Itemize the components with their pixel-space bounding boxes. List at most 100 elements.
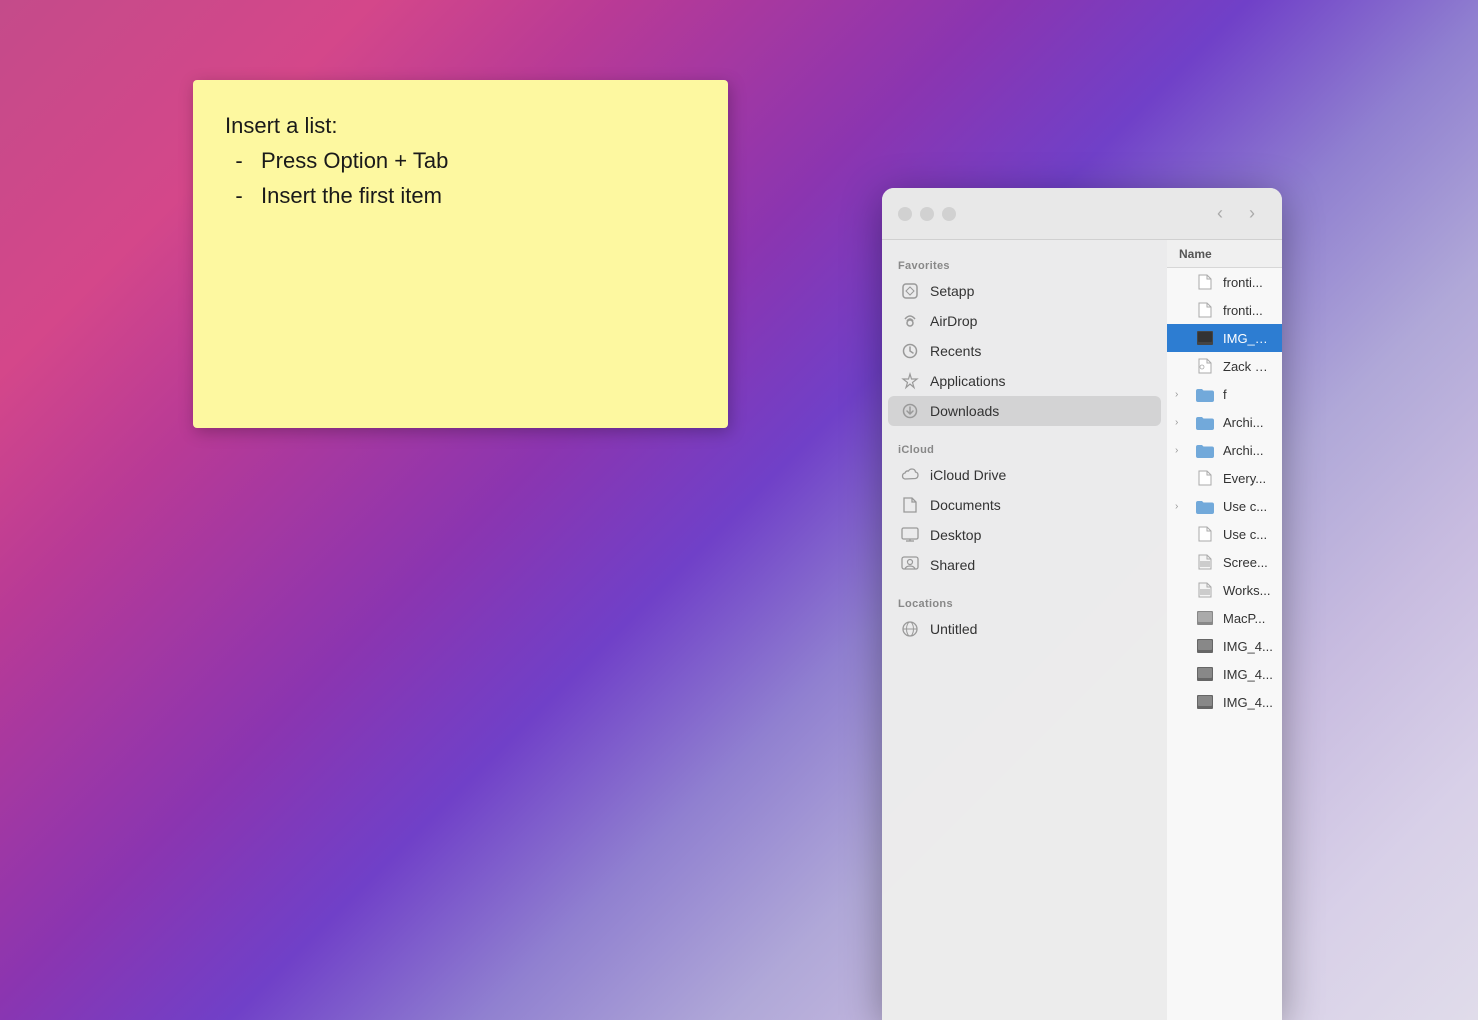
sticky-title: Insert a list: (225, 108, 696, 143)
filename-usec1: Use c... (1223, 499, 1267, 514)
filename-archi1: Archi... (1223, 415, 1263, 430)
folder-icon-archi2 (1195, 440, 1215, 460)
desktop-icon (900, 525, 920, 545)
icloud-label: iCloud (882, 436, 1167, 460)
finder-main: Name fronti... fronti... (1167, 240, 1282, 1020)
filename-img4c: IMG_4... (1223, 695, 1273, 710)
sticky-dash-1: - (225, 143, 253, 178)
untitled-icon (900, 619, 920, 639)
finder-nav: ‹ › (1206, 200, 1266, 228)
filename-zacks: Zack S... (1223, 359, 1274, 374)
recents-icon (900, 341, 920, 361)
file-item-img4c[interactable]: IMG_4... (1167, 688, 1282, 716)
file-item-fronti1[interactable]: fronti... (1167, 268, 1282, 296)
doc-icon-usec2 (1195, 524, 1215, 544)
sticky-note-content: Insert a list: - Press Option + Tab - In… (225, 108, 696, 214)
sticky-text-1: Press Option + Tab (261, 143, 448, 178)
doc-icon-scree (1195, 552, 1215, 572)
file-item-zacks[interactable]: Zack S... (1167, 352, 1282, 380)
setapp-icon (900, 281, 920, 301)
forward-button[interactable]: › (1238, 200, 1266, 228)
column-header: Name (1167, 240, 1282, 268)
chevron-archi2: › (1175, 445, 1187, 456)
chevron-archi1: › (1175, 417, 1187, 428)
file-item-fronti2[interactable]: fronti... (1167, 296, 1282, 324)
name-column-header: Name (1179, 247, 1212, 261)
filename-macp: MacP... (1223, 611, 1265, 626)
folder-icon-f (1195, 384, 1215, 404)
file-item-archi1[interactable]: › Archi... (1167, 408, 1282, 436)
file-item-macp[interactable]: MacP... (1167, 604, 1282, 632)
file-item-img-b[interactable]: IMG_B... (1167, 324, 1282, 352)
maximize-button[interactable] (942, 207, 956, 221)
shared-label: Shared (930, 557, 975, 573)
img-icon-b (1195, 328, 1215, 348)
applications-label: Applications (930, 373, 1006, 389)
file-item-img4a[interactable]: IMG_4... (1167, 632, 1282, 660)
sidebar-item-icloud-drive[interactable]: iCloud Drive (888, 460, 1161, 490)
sticky-item-1: - Press Option + Tab (225, 143, 696, 178)
finder-window: ‹ › Favorites Setapp (882, 188, 1282, 1020)
downloads-label: Downloads (930, 403, 999, 419)
favorites-label: Favorites (882, 252, 1167, 276)
filename-fronti1: fronti... (1223, 275, 1263, 290)
doc-icon-zacks (1195, 356, 1215, 376)
documents-label: Documents (930, 497, 1001, 513)
sidebar-item-applications[interactable]: Applications (888, 366, 1161, 396)
doc-icon-fronti2 (1195, 300, 1215, 320)
finder-body: Favorites Setapp (882, 240, 1282, 1020)
desktop-label: Desktop (930, 527, 981, 543)
filename-scree: Scree... (1223, 555, 1268, 570)
file-item-usec1[interactable]: › Use c... (1167, 492, 1282, 520)
sticky-item-2: - Insert the first item (225, 178, 696, 213)
back-button[interactable]: ‹ (1206, 200, 1234, 228)
file-item-f[interactable]: › f (1167, 380, 1282, 408)
file-list: fronti... fronti... IMG_B... (1167, 268, 1282, 1020)
recents-label: Recents (930, 343, 981, 359)
airdrop-icon (900, 311, 920, 331)
close-button[interactable] (898, 207, 912, 221)
untitled-label: Untitled (930, 621, 977, 637)
sidebar-item-setapp[interactable]: Setapp (888, 276, 1161, 306)
filename-img4a: IMG_4... (1223, 639, 1273, 654)
shared-icon (900, 555, 920, 575)
sidebar-item-desktop[interactable]: Desktop (888, 520, 1161, 550)
file-item-works[interactable]: Works... (1167, 576, 1282, 604)
chevron-usec1: › (1175, 501, 1187, 512)
filename-f: f (1223, 387, 1227, 402)
img-icon-4a (1195, 636, 1215, 656)
filename-works: Works... (1223, 583, 1270, 598)
file-item-every[interactable]: Every... (1167, 464, 1282, 492)
minimize-button[interactable] (920, 207, 934, 221)
finder-titlebar: ‹ › (882, 188, 1282, 240)
finder-sidebar: Favorites Setapp (882, 240, 1167, 1020)
locations-label: Locations (882, 590, 1167, 614)
img-icon-4b (1195, 664, 1215, 684)
sidebar-item-airdrop[interactable]: AirDrop (888, 306, 1161, 336)
file-item-archi2[interactable]: › Archi... (1167, 436, 1282, 464)
documents-icon (900, 495, 920, 515)
icloud-drive-icon (900, 465, 920, 485)
icloud-drive-label: iCloud Drive (930, 467, 1006, 483)
img-icon-4c (1195, 692, 1215, 712)
file-item-img4b[interactable]: IMG_4... (1167, 660, 1282, 688)
sidebar-item-shared[interactable]: Shared (888, 550, 1161, 580)
sidebar-item-documents[interactable]: Documents (888, 490, 1161, 520)
file-item-scree[interactable]: Scree... (1167, 548, 1282, 576)
file-item-usec2[interactable]: Use c... (1167, 520, 1282, 548)
filename-img-b: IMG_B... (1223, 331, 1274, 346)
sticky-note: Insert a list: - Press Option + Tab - In… (193, 80, 728, 428)
folder-icon-usec1 (1195, 496, 1215, 516)
doc-icon-works (1195, 580, 1215, 600)
filename-every: Every... (1223, 471, 1266, 486)
downloads-icon (900, 401, 920, 421)
sidebar-item-untitled[interactable]: Untitled (888, 614, 1161, 644)
applications-icon (900, 371, 920, 391)
sidebar-item-recents[interactable]: Recents (888, 336, 1161, 366)
folder-icon-archi1 (1195, 412, 1215, 432)
doc-icon-fronti1 (1195, 272, 1215, 292)
chevron-f: › (1175, 389, 1187, 400)
filename-fronti2: fronti... (1223, 303, 1263, 318)
sidebar-item-downloads[interactable]: Downloads (888, 396, 1161, 426)
img-icon-macp (1195, 608, 1215, 628)
